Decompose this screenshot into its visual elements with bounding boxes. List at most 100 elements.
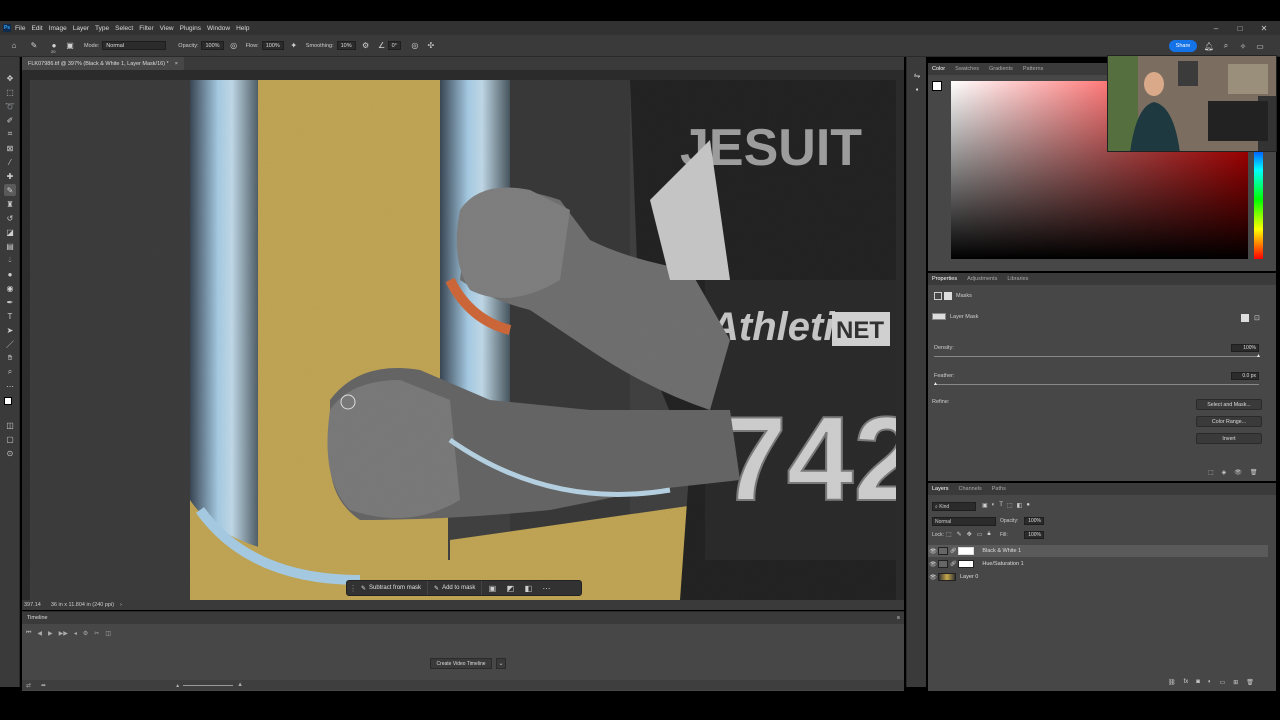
stamp-tool-icon[interactable]: ♜: [4, 198, 16, 210]
transition-icon[interactable]: ◫: [105, 630, 111, 637]
link-layers-icon[interactable]: ⛓: [1168, 679, 1176, 686]
tab-layers[interactable]: Layers: [932, 486, 949, 492]
brush-tool-icon[interactable]: ✎: [28, 40, 40, 52]
invert-mask-icon[interactable]: ◩: [504, 582, 516, 594]
comments-panel-icon[interactable]: ▪: [911, 83, 923, 95]
fx-icon[interactable]: fx: [1184, 679, 1189, 686]
next-frame-icon[interactable]: ▶▶: [59, 630, 68, 637]
hand-tool-icon[interactable]: ✋︎: [4, 352, 16, 364]
move-tool-icon[interactable]: ✥: [4, 72, 16, 84]
invert-button[interactable]: Invert: [1196, 433, 1262, 444]
new-layer-icon[interactable]: ⊞: [1233, 679, 1238, 686]
sponge-tool-icon[interactable]: ◉: [4, 282, 16, 294]
gradient-tool-icon[interactable]: ▤: [4, 240, 16, 252]
eyedropper-tool-icon[interactable]: ⁄: [4, 156, 16, 168]
lasso-tool-icon[interactable]: ➰: [4, 100, 16, 112]
density-slider-thumb[interactable]: ▲: [1256, 353, 1261, 359]
menu-plugins[interactable]: Plugins: [180, 25, 201, 32]
menu-window[interactable]: Window: [207, 25, 230, 32]
settings-icon[interactable]: ⚙: [83, 630, 88, 637]
feather-slider[interactable]: ▲: [933, 381, 1259, 387]
flow-input[interactable]: 100%: [261, 41, 284, 50]
menu-select[interactable]: Select: [115, 25, 133, 32]
mode-select[interactable]: Normal: [102, 41, 167, 50]
pixel-mask-icon[interactable]: [934, 292, 942, 300]
filter-shape-icon[interactable]: ⬚: [1007, 502, 1013, 509]
eraser-tool-icon[interactable]: ◪: [4, 226, 16, 238]
filter-toggle-icon[interactable]: ●: [1026, 502, 1030, 509]
menu-file[interactable]: File: [15, 25, 25, 32]
tab-gradients[interactable]: Gradients: [989, 66, 1013, 72]
menu-edit[interactable]: Edit: [31, 25, 42, 32]
lock-position-icon[interactable]: ✥: [967, 531, 972, 538]
blur-tool-icon[interactable]: 💧︎: [4, 254, 16, 266]
filter-pixel-icon[interactable]: ▣: [982, 502, 988, 509]
play-icon[interactable]: ▶: [48, 630, 53, 637]
mask-thumbnail[interactable]: [958, 547, 975, 555]
filter-adjustment-icon[interactable]: ◐: [992, 502, 996, 509]
add-vector-mask-icon[interactable]: ⊡: [1254, 314, 1260, 322]
share-button[interactable]: Share: [1169, 40, 1197, 52]
apply-mask-icon[interactable]: ◈: [1222, 469, 1227, 476]
new-group-icon[interactable]: ▭: [1220, 679, 1226, 686]
layer-row[interactable]: 👁︎ 🔗︎ Black & White 1: [928, 545, 1268, 557]
document-tab[interactable]: FLK07986.tif @ 397% (Black & White 1, La…: [22, 57, 184, 70]
canvas-area[interactable]: JESUIT Athletic NET 7420: [22, 70, 904, 600]
symmetry-icon[interactable]: ✣: [425, 40, 437, 52]
mask-options-icon[interactable]: ▣: [486, 582, 498, 594]
foreground-color-swatch[interactable]: [932, 81, 942, 91]
chevron-down-icon[interactable]: ⌄: [496, 658, 506, 669]
angle-icon[interactable]: ∠: [376, 40, 388, 52]
audio-icon[interactable]: ◂: [74, 630, 77, 637]
close-tab-icon[interactable]: ×: [175, 61, 178, 67]
layer-opacity-input[interactable]: 100%: [1024, 517, 1044, 525]
tab-patterns[interactable]: Patterns: [1023, 66, 1043, 72]
workspace-icon[interactable]: ▭: [1254, 40, 1266, 52]
load-selection-icon[interactable]: ⬚: [1208, 469, 1214, 476]
minimize-icon[interactable]: –: [1206, 21, 1226, 35]
feather-slider-thumb[interactable]: ▲: [933, 381, 938, 387]
delete-layer-icon[interactable]: 🗑︎: [1246, 679, 1254, 686]
layer-row[interactable]: 👁︎ Layer 0: [928, 571, 1268, 583]
fill-input[interactable]: 100%: [1024, 531, 1044, 539]
color-swatches-icon[interactable]: [4, 397, 16, 409]
tab-properties[interactable]: Properties: [932, 276, 957, 282]
more-options-icon[interactable]: ⋯: [540, 582, 552, 594]
visibility-eye-icon[interactable]: 👁︎: [928, 548, 938, 555]
dodge-tool-icon[interactable]: ●: [4, 268, 16, 280]
density-input[interactable]: 100%: [1231, 344, 1259, 352]
frame-tool-icon[interactable]: ⊠: [4, 142, 16, 154]
kind-filter-select[interactable]: ⌕ Kind: [932, 502, 976, 511]
tab-color[interactable]: Color: [932, 66, 945, 72]
close-icon[interactable]: ✕: [1254, 21, 1274, 35]
new-adjustment-icon[interactable]: ◐: [1208, 679, 1212, 686]
menu-layer[interactable]: Layer: [73, 25, 89, 32]
quick-select-tool-icon[interactable]: ✐: [4, 114, 16, 126]
tab-channels[interactable]: Channels: [959, 486, 982, 492]
history-panel-icon[interactable]: ⇋: [911, 69, 923, 81]
blend-mode-select[interactable]: Normal: [932, 517, 996, 526]
render-icon[interactable]: ➦: [41, 682, 46, 689]
pressure-size-icon[interactable]: ◎: [409, 40, 421, 52]
lock-all-icon[interactable]: 🔒︎: [987, 531, 990, 538]
edit-toolbar-icon[interactable]: ⊙: [4, 447, 16, 459]
quick-mask-icon[interactable]: ◫: [4, 419, 16, 431]
add-to-mask-button[interactable]: ✎ Add to mask: [428, 581, 483, 595]
healing-tool-icon[interactable]: ✚: [4, 170, 16, 182]
menu-type[interactable]: Type: [95, 25, 109, 32]
density-slider[interactable]: ▲: [934, 353, 1261, 359]
subtract-from-mask-button[interactable]: ✎ Subtract from mask: [355, 581, 429, 595]
filter-type-icon[interactable]: T: [999, 502, 1003, 509]
visibility-eye-icon[interactable]: 👁︎: [928, 574, 938, 581]
search-icon[interactable]: ⌕: [1220, 40, 1232, 52]
mask-refine-icon[interactable]: ◧: [522, 582, 534, 594]
airbrush-icon[interactable]: ✦: [288, 40, 300, 52]
timeline-zoom-slider[interactable]: [183, 684, 234, 686]
zoom-readout[interactable]: 397.14: [24, 602, 41, 608]
screen-mode-icon[interactable]: ▢: [4, 433, 16, 445]
tab-libraries[interactable]: Libraries: [1007, 276, 1028, 282]
convert-icon[interactable]: ⇄: [26, 682, 31, 689]
zoom-tool-icon[interactable]: ⌕: [4, 366, 16, 378]
visibility-icon[interactable]: 👁︎: [1234, 469, 1242, 476]
history-brush-tool-icon[interactable]: ↺: [4, 212, 16, 224]
